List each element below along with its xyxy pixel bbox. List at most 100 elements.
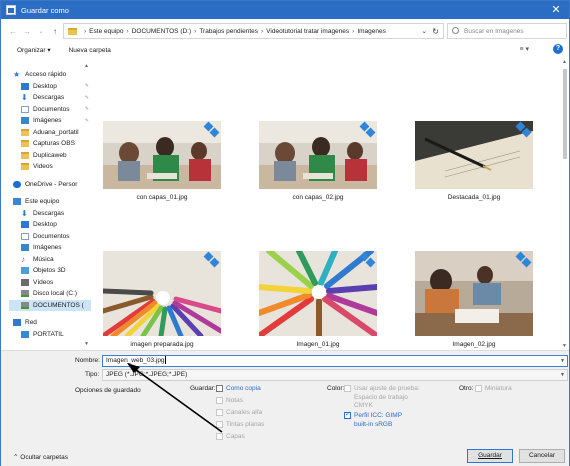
thumbnail-image xyxy=(259,251,377,336)
sidebar-item-aduana[interactable]: Aduana_portatil xyxy=(9,127,91,139)
checkbox-checked[interactable] xyxy=(344,410,351,419)
file-item[interactable]: con capas_01.jpg xyxy=(103,121,221,201)
recent-locations-chevron-icon[interactable]: ⌄ xyxy=(35,28,47,35)
arrows-overlay-icon xyxy=(515,121,532,138)
checkbox xyxy=(216,397,223,404)
sidebar-item-pc-descargas[interactable]: ⬇ Descargas xyxy=(9,208,91,220)
breadcrumb-separator: › xyxy=(352,27,355,35)
sidebar-item-disco-c[interactable]: Disco local (C:) xyxy=(9,288,91,300)
cloud-icon xyxy=(13,180,21,188)
navigation-pane: ★ Acceso rápido Desktop ✎ ⬇ Descargas ✎ … xyxy=(9,63,91,347)
file-name: Imagen_01.jpg xyxy=(296,341,340,348)
arrows-overlay-icon xyxy=(359,251,376,268)
downloads-icon: ⬇ xyxy=(21,208,28,218)
breadcrumb-item[interactable]: DOCUMENTOS (D:) xyxy=(132,28,191,35)
file-name: con capas_01.jpg xyxy=(136,194,188,201)
icc-profile-line2: built-in sRGB xyxy=(354,421,393,428)
sidebar-item-pc-objetos3d[interactable]: Objetos 3D xyxy=(9,265,91,277)
refresh-icon[interactable]: ↻ xyxy=(432,27,439,36)
app-icon xyxy=(6,5,16,15)
other-label: Otro: xyxy=(459,385,474,392)
back-arrow-icon[interactable]: ← xyxy=(7,27,19,36)
scroll-down-icon[interactable]: ▼ xyxy=(562,343,567,349)
sidebar-item-capturas[interactable]: Capturas OBS xyxy=(9,138,91,150)
arrows-overlay-icon xyxy=(203,251,220,268)
forward-arrow-icon[interactable]: → xyxy=(21,27,33,36)
sidebar-item-network[interactable]: Red xyxy=(9,317,91,329)
sidebar-item-label: Imágenes xyxy=(33,244,62,252)
breadcrumb-item[interactable]: Trabajos pendientes xyxy=(199,28,258,35)
sidebar-item-descargas[interactable]: ⬇ Descargas ✎ xyxy=(9,92,91,104)
computer-icon xyxy=(21,330,29,338)
file-list-scrollbar[interactable]: ▲ ▼ xyxy=(561,59,569,349)
proof-setup-line3: CMYK xyxy=(354,402,373,409)
desktop-icon xyxy=(21,221,29,229)
sidebar-item-documentos-drive[interactable]: DOCUMENTOS ( xyxy=(9,299,91,311)
file-item[interactable]: Imagen_01.jpg xyxy=(259,251,377,348)
sidebar-item-label: Música xyxy=(33,255,54,263)
save-button[interactable]: Guardar xyxy=(467,449,513,463)
checkbox xyxy=(475,385,482,392)
view-options-icon[interactable]: ≡ ▾ xyxy=(519,45,529,53)
search-input[interactable]: Buscar en Imagenes xyxy=(447,23,567,39)
cancel-button[interactable]: Cancelar xyxy=(519,449,565,463)
file-type-select[interactable]: JPEG (*.JPG;*.JPEG;*.JPE) ▼ xyxy=(102,369,568,381)
title-bar: Guardar como ✕ xyxy=(1,1,569,19)
save-as-copy-checkbox[interactable]: Como copia xyxy=(216,385,261,392)
sidebar-item-label: Aduana_portatil xyxy=(33,128,79,136)
thumbnail-checkbox: Miniatura xyxy=(475,385,512,392)
sidebar-item-label: Descargas xyxy=(33,94,65,102)
sidebar-item-pc-videos[interactable]: Vídeos xyxy=(9,277,91,289)
sidebar-item-label: Videos xyxy=(33,163,53,171)
breadcrumb-separator: › xyxy=(194,27,197,35)
file-name: imagen preparada.jpg xyxy=(130,341,194,348)
checkbox[interactable] xyxy=(216,385,223,392)
file-item[interactable]: imagen preparada.jpg xyxy=(103,251,221,348)
sidebar-item-pc-imagenes[interactable]: Imágenes xyxy=(9,242,91,254)
chevron-down-icon[interactable]: ▼ xyxy=(560,370,565,380)
scroll-down-icon[interactable]: ▼ xyxy=(84,341,89,347)
navigation-pane-scrollbar[interactable]: ▲ ▼ xyxy=(83,63,91,347)
new-folder-button[interactable]: Nueva carpeta xyxy=(69,47,111,54)
address-bar[interactable]: › Este equipo › DOCUMENTOS (D:) › Trabaj… xyxy=(63,23,444,39)
breadcrumb-item[interactable]: Videotutorial tratar imagenes xyxy=(266,28,349,35)
sidebar-item-pc-musica[interactable]: ♪ Música xyxy=(9,254,91,266)
sidebar-item-onedrive[interactable]: OneDrive - Persor xyxy=(9,179,91,191)
sidebar-item-portatil[interactable]: PORTATIL xyxy=(9,329,91,341)
sidebar-item-videos[interactable]: Videos xyxy=(9,161,91,173)
sidebar-item-label: Capturas OBS xyxy=(33,140,75,148)
icc-profile-checkbox[interactable]: Perfil ICC: GIMP xyxy=(344,410,402,419)
filename-input[interactable]: Imagen_web_03.jpg ▼ xyxy=(102,355,568,367)
scrollbar-thumb[interactable] xyxy=(563,69,567,159)
sidebar-item-pc-desktop[interactable]: Desktop xyxy=(9,219,91,231)
folder-icon xyxy=(21,128,29,136)
file-item[interactable]: con capas_02.jpg xyxy=(259,121,377,201)
file-item[interactable]: Destacada_01.jpg xyxy=(415,121,533,201)
sidebar-item-duplicaweb[interactable]: Duplicaweb xyxy=(9,150,91,162)
checkbox xyxy=(216,433,223,440)
chevron-down-icon[interactable]: ▼ xyxy=(560,356,565,366)
up-arrow-icon[interactable]: ↑ xyxy=(49,27,61,36)
sidebar-item-label: Red xyxy=(25,319,37,327)
sidebar-item-documentos[interactable]: Documentos ✎ xyxy=(9,104,91,116)
videos-icon xyxy=(21,278,29,286)
sidebar-item-this-pc[interactable]: Este equipo xyxy=(9,196,91,208)
help-icon[interactable]: ? xyxy=(553,44,563,54)
hide-folders-button[interactable]: ⌃ Ocultar carpetas xyxy=(13,453,68,461)
sidebar-item-quick-access[interactable]: ★ Acceso rápido xyxy=(9,69,91,81)
address-dropdown-chevron-icon[interactable]: ⌄ xyxy=(422,27,427,35)
sidebar-item-imagenes[interactable]: Imágenes ✎ xyxy=(9,115,91,127)
sidebar-item-desktop[interactable]: Desktop ✎ xyxy=(9,81,91,93)
thumbnail xyxy=(259,121,377,189)
organize-menu-button[interactable]: Organizar ▾ xyxy=(17,46,51,54)
scroll-up-icon[interactable]: ▲ xyxy=(84,63,89,69)
breadcrumb-item[interactable]: Imagenes xyxy=(357,28,386,35)
sidebar-item-label: PORTATIL xyxy=(33,330,64,338)
close-button[interactable]: ✕ xyxy=(549,3,563,16)
file-item[interactable]: Imagen_02.jpg xyxy=(415,251,533,348)
thumbnail xyxy=(259,251,377,336)
sidebar-item-pc-documentos[interactable]: Documentos xyxy=(9,231,91,243)
breadcrumb-item[interactable]: Este equipo xyxy=(89,28,123,35)
scroll-up-icon[interactable]: ▲ xyxy=(562,59,567,65)
thumbnail xyxy=(415,251,533,336)
